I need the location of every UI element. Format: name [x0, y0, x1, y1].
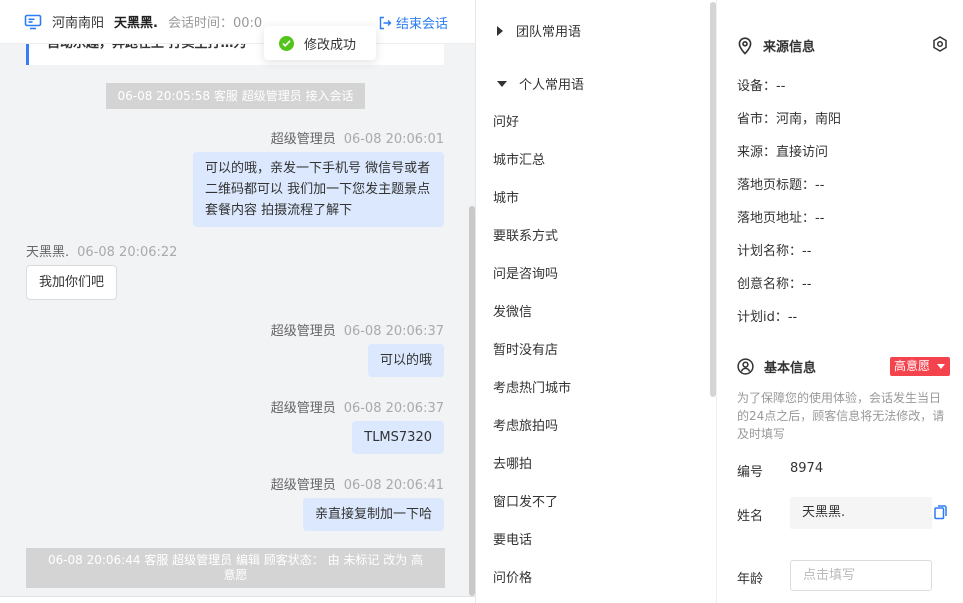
- end-session-button[interactable]: 结束会话: [378, 13, 448, 32]
- agent-message: 可以的哦，亲发一下手机号 微信号或者 二维码都可以 我们加一下您发主题景点 套餐…: [193, 152, 444, 227]
- message-time: 06-08 20:06:37: [343, 324, 444, 339]
- phrase-item[interactable]: 发微信: [493, 301, 532, 320]
- phrase-item[interactable]: 城市汇总: [493, 149, 545, 168]
- info-source: 来源：直接访问: [737, 145, 829, 160]
- message-meta: 超级管理员 06-08 20:06:37: [271, 397, 444, 416]
- message-line: 二维码都可以 我们加一下您发主题景点: [205, 182, 431, 197]
- basic-info-title: 基本信息: [737, 357, 816, 376]
- message-time: 06-08 20:06:22: [77, 245, 178, 260]
- phrase-item[interactable]: 考虑热门城市: [493, 377, 571, 396]
- info-creative-name: 创意名称：--: [737, 277, 812, 292]
- info-landing-title: 落地页标题：--: [737, 178, 825, 193]
- message-time: 06-08 20:06:41: [343, 478, 444, 493]
- intent-status-dropdown[interactable]: 高意愿: [890, 357, 950, 376]
- info-landing-url: 落地页地址：--: [737, 211, 825, 226]
- phrase-item[interactable]: 暂时没有店: [493, 339, 558, 358]
- info-plan-name: 计划名称：--: [737, 244, 812, 259]
- system-message: 06-08 20:06:44 客服 超级管理员 编辑 顾客状态： 由 未标记 改…: [26, 548, 445, 588]
- phrase-item[interactable]: 城市: [493, 187, 519, 206]
- phrase-item[interactable]: 去哪拍: [493, 453, 532, 472]
- info-plan-id: 计划id：--: [737, 310, 798, 325]
- source-info-title: 来源信息: [737, 36, 815, 55]
- message-meta: 超级管理员 06-08 20:06:01: [271, 128, 444, 147]
- age-label: 年龄: [737, 572, 764, 587]
- caret-right-icon: [497, 25, 503, 36]
- success-toast: 修改成功: [264, 26, 376, 60]
- team-phrases-group[interactable]: 团队常用语: [497, 21, 581, 40]
- system-message-line: 意愿: [223, 568, 248, 582]
- user-icon: [737, 358, 754, 375]
- logout-icon: [379, 16, 392, 29]
- chat-scrollbar[interactable]: [469, 206, 475, 596]
- section-title-text: 基本信息: [764, 361, 817, 376]
- sender-name: 超级管理员: [270, 132, 336, 147]
- common-phrases-panel: 团队常用语 个人常用语 问好 城市汇总 城市 要联系方式 问是咨询吗 发微信 暂…: [477, 0, 717, 603]
- phrases-scrollbar[interactable]: [710, 2, 716, 397]
- monitor-icon: [24, 13, 42, 31]
- agent-message: 亲直接复制加一下哈: [302, 498, 444, 531]
- sender-name: 超级管理员: [270, 324, 336, 339]
- age-input[interactable]: [790, 560, 932, 591]
- message-meta: 超级管理员 06-08 20:06:41: [271, 474, 444, 493]
- message-time: 06-08 20:06:01: [343, 132, 444, 147]
- phrase-item[interactable]: 问是咨询吗: [493, 263, 558, 282]
- copy-icon[interactable]: [934, 505, 947, 524]
- message-meta: 超级管理员 06-08 20:06:37: [271, 320, 444, 339]
- personal-phrases-group[interactable]: 个人常用语: [497, 74, 584, 93]
- phrase-item[interactable]: 要联系方式: [493, 225, 558, 244]
- location-pin-icon: [738, 36, 752, 55]
- phrase-item[interactable]: 考虑旅拍吗: [493, 415, 558, 434]
- info-province-city: 省市：河南，南阳: [737, 112, 842, 127]
- customer-location: 河南南阳: [52, 16, 105, 31]
- toast-text: 修改成功: [304, 37, 357, 53]
- sender-name: 超级管理员: [270, 478, 336, 493]
- group-label: 团队常用语: [516, 25, 582, 40]
- phrase-item[interactable]: 要电话: [493, 529, 532, 548]
- customer-name: 天黑黑.: [114, 16, 158, 31]
- chat-header: 河南南阳 天黑黑. 会话时间：00:0 结束会话: [0, 0, 475, 44]
- agent-message: 可以的哦: [367, 344, 444, 377]
- settings-icon[interactable]: [932, 36, 948, 56]
- intent-label: 高意愿: [894, 359, 931, 373]
- phrase-item[interactable]: 窗口发不了: [493, 491, 558, 510]
- message-meta: 天黑黑. 06-08 20:06:22: [26, 241, 177, 260]
- name-label: 姓名: [737, 509, 764, 524]
- name-field[interactable]: 天黑黑.: [790, 497, 932, 529]
- message-line: 套餐内容 拍摄流程了解下: [205, 203, 353, 218]
- info-device: 设备：--: [737, 79, 786, 94]
- check-circle-icon: [279, 35, 294, 51]
- chat-input-edge: [0, 596, 475, 603]
- caret-down-icon: [937, 364, 945, 369]
- customer-info-panel: 来源信息 设备：-- 省市：河南，南阳 来源：直接访问 落地页标题：-- 落地页…: [718, 0, 963, 603]
- agent-message: TLMS7320: [352, 421, 444, 454]
- section-title-text: 来源信息: [763, 40, 816, 55]
- system-message-line: 06-08 20:06:44 客服 超级管理员 编辑 顾客状态： 由 未标记 改…: [47, 553, 424, 567]
- message-line: 可以的哦，亲发一下手机号 微信号或者: [205, 161, 431, 176]
- group-label: 个人常用语: [519, 78, 585, 93]
- edit-limit-tip: 为了保障您的使用体验，会话发生当日的24点之后，顾客信息将无法修改，请及时填写: [737, 391, 945, 441]
- id-value: 8974: [790, 461, 824, 476]
- id-label: 编号: [737, 465, 764, 480]
- phrase-item[interactable]: 问价格: [493, 567, 532, 586]
- system-message: 06-08 20:05:58 客服 超级管理员 接入会话: [106, 83, 365, 109]
- end-session-label: 结束会话: [396, 17, 449, 32]
- caret-down-icon: [497, 80, 507, 87]
- message-time: 06-08 20:06:37: [343, 401, 444, 416]
- sender-name: 天黑黑.: [26, 245, 70, 260]
- chat-panel: 河南南阳 天黑黑. 会话时间：00:0 结束会话 自动乐趣，奔跑在上 打卖主打……: [0, 0, 476, 603]
- session-time: 会话时间：00:0: [167, 16, 263, 31]
- phrase-item[interactable]: 问好: [493, 111, 519, 130]
- customer-message: 我加你们吧: [26, 265, 118, 300]
- sender-name: 超级管理员: [270, 401, 336, 416]
